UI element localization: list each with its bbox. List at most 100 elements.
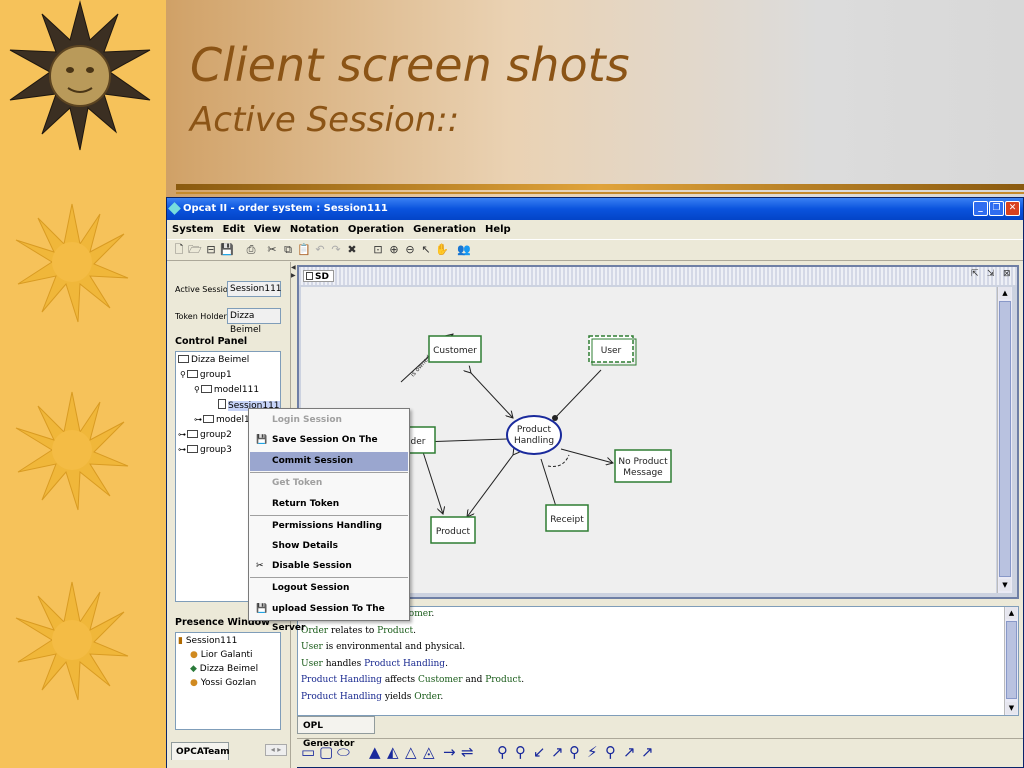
process-product-handling[interactable]: [506, 415, 562, 455]
aggregation-tool-icon[interactable]: ▲: [369, 743, 381, 761]
tree-item[interactable]: Dizza Beimel: [178, 354, 249, 366]
expand-right-icon[interactable]: ▶: [291, 272, 296, 279]
pointer-icon[interactable]: ↖: [419, 243, 433, 257]
menu-view[interactable]: View: [249, 221, 285, 235]
delete-icon[interactable]: ✖: [345, 243, 359, 257]
tree-item[interactable]: ⚲ model111: [194, 384, 259, 396]
copy-icon[interactable]: ⧉: [281, 243, 295, 257]
expand-icon[interactable]: ⊶: [194, 414, 202, 426]
tree-item[interactable]: ⊶ group3: [178, 444, 232, 456]
menu-notation[interactable]: Notation: [285, 221, 343, 235]
undo-icon[interactable]: ↶: [313, 243, 327, 257]
object-tool-icon[interactable]: ▭: [301, 743, 315, 761]
opl-process-ref[interactable]: Product Handling: [364, 659, 445, 669]
opl-object-ref[interactable]: Product: [377, 626, 413, 636]
link-user-handling[interactable]: [553, 369, 602, 420]
zoom-out-icon[interactable]: ⊖: [403, 243, 417, 257]
condition-link-icon[interactable]: ↗: [641, 743, 654, 761]
result-link-icon[interactable]: ⚲: [569, 743, 580, 761]
diagram-vertical-scrollbar[interactable]: ▲ ▼: [997, 287, 1012, 593]
bidirectional-link-icon[interactable]: ⇌: [461, 743, 474, 761]
hand-icon[interactable]: ✋: [435, 243, 449, 257]
menu-edit[interactable]: Edit: [218, 221, 249, 235]
expand-icon[interactable]: ⚲: [180, 369, 186, 381]
link-order-product[interactable]: [422, 451, 443, 514]
exception-link-icon[interactable]: ↗: [623, 743, 636, 761]
tab-scroll-arrows[interactable]: ◂ ▸: [265, 744, 287, 756]
minimize-frame-icon[interactable]: ⇱: [971, 269, 979, 279]
generalization-tool-icon[interactable]: △: [405, 743, 417, 761]
rounded-object-tool-icon[interactable]: ▢: [319, 743, 333, 761]
opl-process-ref[interactable]: Product Handling: [301, 675, 382, 685]
process-tool-icon[interactable]: ⬭: [337, 743, 350, 761]
print-icon[interactable]: ⎙: [244, 243, 258, 257]
opl-object-ref[interactable]: User: [301, 642, 323, 652]
close-button[interactable]: ✕: [1005, 201, 1020, 216]
expand-icon[interactable]: ⊶: [178, 429, 186, 441]
menu-operation[interactable]: Operation: [343, 221, 408, 235]
consumption-link-icon[interactable]: ↗: [551, 743, 564, 761]
menu-item-show-details[interactable]: Show Details: [250, 537, 408, 556]
scroll-thumb[interactable]: [999, 301, 1011, 577]
tree-item[interactable]: ⊶ model12: [194, 414, 255, 426]
menu-item-commit-session[interactable]: Commit Session: [250, 452, 408, 471]
instrument-link-icon[interactable]: ⚲: [515, 743, 526, 761]
menu-item-permissions-handling[interactable]: Permissions Handling: [250, 517, 408, 536]
opl-object-ref[interactable]: Order: [414, 692, 440, 702]
list-item[interactable]: ▮ Session111: [178, 635, 237, 647]
opl-process-ref[interactable]: Product Handling: [301, 692, 382, 702]
scroll-down-icon[interactable]: ▼: [999, 579, 1011, 591]
window-titlebar[interactable]: Opcat II - order system : Session111 _ ❐…: [167, 198, 1023, 220]
diagram-tab-sd[interactable]: SD: [303, 270, 334, 282]
exhibition-tool-icon[interactable]: ◭: [387, 743, 399, 761]
list-item[interactable]: ◆ Dizza Beimel: [190, 663, 258, 675]
opl-object-ref[interactable]: User: [301, 659, 323, 669]
opl-vertical-scrollbar[interactable]: ▲ ▼: [1004, 607, 1018, 715]
opl-object-ref[interactable]: Product: [485, 675, 521, 685]
users-icon[interactable]: 👥: [457, 243, 471, 257]
close-project-icon[interactable]: ⊟: [204, 243, 218, 257]
cut-icon[interactable]: ✂: [265, 243, 279, 257]
scroll-up-icon[interactable]: ▲: [1006, 607, 1017, 619]
expand-icon[interactable]: ⚲: [194, 384, 200, 396]
agent-link-icon[interactable]: ⚲: [497, 743, 508, 761]
link-customer-handling[interactable]: [471, 373, 513, 418]
redo-icon[interactable]: ↷: [329, 243, 343, 257]
tree-item[interactable]: ⚲ group1: [180, 369, 232, 381]
unidirectional-link-icon[interactable]: →: [443, 743, 456, 761]
effect-link-icon[interactable]: ↙: [533, 743, 546, 761]
menu-item-save-session[interactable]: 💾Save Session On The Server: [250, 431, 408, 464]
restore-frame-icon[interactable]: ⇲: [987, 269, 995, 279]
menu-generation[interactable]: Generation: [408, 221, 480, 235]
menu-system[interactable]: System: [167, 221, 218, 235]
tree-item[interactable]: ⊶ group2: [178, 429, 232, 441]
new-icon[interactable]: 🗋: [172, 243, 186, 257]
expand-icon[interactable]: ⊶: [178, 444, 186, 456]
invocation-link-icon[interactable]: ⚡: [587, 743, 598, 761]
open-icon[interactable]: 🗁: [188, 243, 202, 257]
close-frame-icon[interactable]: ⊠: [1003, 269, 1011, 279]
opl-object-ref[interactable]: Customer: [418, 675, 463, 685]
link-handling-product[interactable]: [467, 455, 513, 517]
event-link-icon[interactable]: ⚲: [605, 743, 616, 761]
zoom-in-icon[interactable]: ⊕: [387, 243, 401, 257]
menu-item-disable-session[interactable]: ✂ Disable Session: [250, 557, 408, 576]
classification-tool-icon[interactable]: ◬: [423, 743, 435, 761]
menu-item-login-session[interactable]: Login Session: [250, 411, 408, 430]
menu-item-get-token[interactable]: Get Token: [250, 474, 408, 493]
paste-icon[interactable]: 📋: [297, 243, 311, 257]
maximize-button[interactable]: ❐: [989, 201, 1004, 216]
save-icon[interactable]: 💾: [220, 243, 234, 257]
list-item[interactable]: ● Lior Galanti: [190, 649, 253, 661]
list-item[interactable]: ● Yossi Gozlan: [190, 677, 256, 689]
menu-item-upload-session[interactable]: 💾 upload Session To The Server: [250, 600, 408, 633]
minimize-button[interactable]: _: [973, 201, 988, 216]
scroll-up-icon[interactable]: ▲: [999, 287, 1011, 299]
menu-item-logout-session[interactable]: Logout Session: [250, 579, 408, 598]
menu-help[interactable]: Help: [480, 221, 515, 235]
fit-icon[interactable]: ⊡: [371, 243, 385, 257]
tab-opl-generator[interactable]: OPL Generator: [297, 716, 375, 749]
collapse-left-icon[interactable]: ◀: [291, 264, 296, 271]
menu-item-return-token[interactable]: Return Token: [250, 495, 408, 514]
scroll-thumb[interactable]: [1006, 621, 1017, 699]
